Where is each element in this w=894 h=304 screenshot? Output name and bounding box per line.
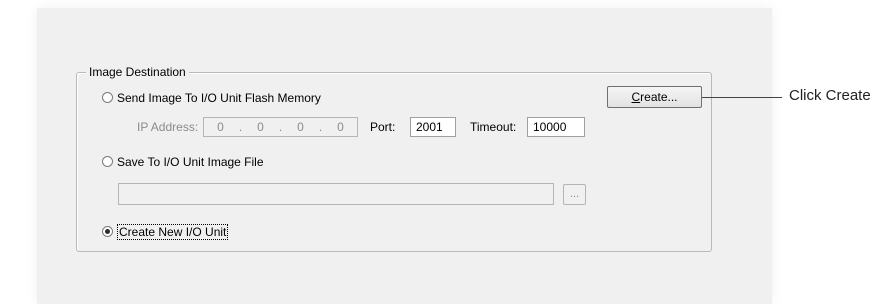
create-button-mnemonic: C xyxy=(631,90,641,104)
radio-create-new-label[interactable]: Create New I/O Unit xyxy=(117,224,229,240)
radio-send-to-flash-label[interactable]: Send Image To I/O Unit Flash Memory xyxy=(117,90,321,106)
ip-address-field[interactable]: 0 . 0 . 0 . 0 xyxy=(203,117,358,137)
ip-dot: . xyxy=(318,120,323,134)
browse-button[interactable]: ... xyxy=(563,184,586,205)
ip-dot: . xyxy=(238,120,243,134)
ip-segment-3: 0 xyxy=(297,120,304,134)
create-button[interactable]: Create... xyxy=(607,86,702,108)
ip-segment-4: 0 xyxy=(337,120,344,134)
radio-create-new-label-text: Create New I/O Unit xyxy=(117,224,229,240)
radio-send-to-flash[interactable] xyxy=(102,92,113,103)
callout-text: Click Create xyxy=(789,87,871,104)
radio-create-new[interactable] xyxy=(102,226,113,237)
callout-line xyxy=(702,97,782,98)
ip-address-label: IP Address: xyxy=(137,120,199,134)
timeout-label: Timeout: xyxy=(470,120,517,134)
group-title: Image Destination xyxy=(86,64,189,80)
ip-dot: . xyxy=(278,120,283,134)
port-field[interactable]: 2001 xyxy=(410,117,456,137)
port-label: Port: xyxy=(370,120,396,134)
create-button-label: reate... xyxy=(640,90,678,104)
radio-save-to-file-label[interactable]: Save To I/O Unit Image File xyxy=(117,154,264,170)
image-file-path-field[interactable] xyxy=(118,183,554,205)
ip-segment-2: 0 xyxy=(257,120,264,134)
radio-save-to-file[interactable] xyxy=(102,156,113,167)
timeout-field[interactable]: 10000 xyxy=(527,117,585,137)
ip-segment-1: 0 xyxy=(217,120,224,134)
